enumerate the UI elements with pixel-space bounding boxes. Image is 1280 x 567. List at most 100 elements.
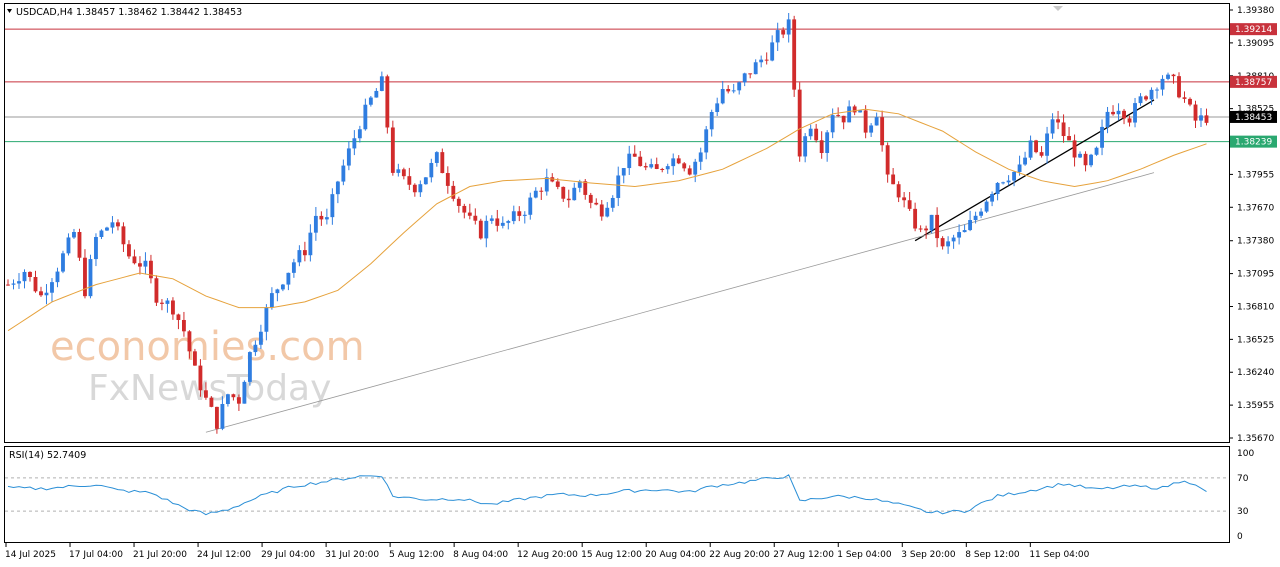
date-label: 20 Aug 04:00	[645, 550, 706, 560]
candle-body	[885, 145, 890, 175]
candle-body	[1133, 103, 1137, 123]
candle-body	[572, 187, 577, 201]
candle-body	[1039, 152, 1044, 156]
rsi-info: RSI(14) 52.7409	[9, 450, 86, 461]
candle	[61, 250, 65, 274]
candle	[385, 74, 390, 134]
candle-body	[720, 88, 725, 104]
watermark-economies: economies.com	[50, 324, 365, 370]
candle-body	[594, 202, 599, 205]
candle-body	[1083, 153, 1088, 166]
candle-body	[891, 174, 896, 185]
candle-body	[1105, 111, 1110, 127]
candle-body	[968, 220, 973, 231]
date-label: 15 Aug 12:00	[581, 550, 642, 560]
candle-body	[995, 182, 1000, 194]
candle-body	[528, 197, 533, 215]
price-tick-label: 1.36810	[1237, 302, 1274, 312]
candle-body	[687, 168, 692, 175]
date-label: 27 Aug 12:00	[773, 550, 834, 560]
candle-body	[808, 128, 813, 137]
candle-body	[583, 181, 588, 195]
candle-body	[275, 289, 280, 294]
rsi-tick-label: 30	[1237, 507, 1249, 517]
date-label: 29 Jul 04:00	[261, 550, 315, 560]
candle-body	[638, 156, 643, 167]
candle-body	[863, 110, 868, 133]
candle	[209, 396, 214, 408]
candle-body	[1006, 180, 1011, 183]
time-axis: 14 Jul 2025 17 Jul 04:00 21 Jul 20:00 24 Ju…	[5, 543, 1090, 560]
candle-body	[434, 152, 439, 163]
candle-body	[841, 115, 846, 123]
date-label: 22 Aug 20:00	[709, 550, 770, 560]
candle-body	[154, 278, 159, 303]
candle-body	[693, 161, 698, 175]
candle-body	[847, 106, 852, 123]
candle-body	[220, 404, 225, 429]
candle-body	[825, 132, 830, 153]
candle-body	[1193, 104, 1198, 121]
candle	[984, 200, 989, 213]
candle-body	[737, 82, 742, 91]
candle-body	[467, 212, 472, 216]
candle-body	[830, 115, 835, 133]
candle-body	[473, 215, 478, 221]
candle-body	[649, 164, 654, 168]
candle-body	[907, 200, 912, 209]
candle-body	[775, 30, 780, 43]
candle-body	[1155, 89, 1159, 91]
candle-body	[588, 194, 593, 203]
candle-body	[627, 153, 632, 169]
candle-body	[324, 217, 329, 220]
candle-body	[979, 211, 984, 216]
candle-body	[726, 88, 731, 92]
candle-body	[478, 220, 483, 239]
price-tick-label: 1.36240	[1237, 368, 1274, 378]
candle-body	[698, 152, 703, 162]
candle-body	[1160, 78, 1165, 90]
candle	[1177, 72, 1181, 99]
date-label: 24 Jul 12:00	[197, 550, 251, 560]
candle-body	[105, 227, 109, 231]
level-tag-resistance: 1.38757	[1230, 75, 1277, 88]
candle-body	[236, 397, 241, 404]
candle-body	[819, 140, 824, 153]
candle-body	[676, 158, 681, 164]
candle-body	[357, 129, 362, 139]
candle-body	[781, 30, 786, 35]
candle-body	[401, 169, 406, 177]
candle-body	[759, 59, 764, 63]
candle-body	[654, 164, 659, 169]
candle	[192, 348, 197, 366]
candle	[154, 275, 159, 306]
candle-body	[225, 394, 230, 405]
candle	[1089, 153, 1093, 168]
candle-body	[957, 232, 962, 238]
candle-body	[715, 103, 720, 113]
price-tick-label: 1.37955	[1237, 170, 1274, 180]
level-tag-label: 1.38453	[1235, 113, 1272, 123]
candle-body	[280, 284, 285, 290]
candle-body	[1182, 97, 1187, 99]
candle-body	[127, 244, 131, 257]
candle	[1034, 139, 1038, 154]
candle-body	[390, 127, 395, 173]
date-label: 11 Sep 04:00	[1029, 550, 1089, 560]
candle-body	[561, 186, 566, 199]
candle-body	[203, 390, 208, 398]
candle-body	[1166, 74, 1170, 79]
candle-body	[522, 214, 527, 216]
candle-body	[852, 106, 857, 113]
level-tag-current: 1.38453	[1230, 110, 1277, 123]
candle-body	[374, 90, 379, 98]
candle-body	[396, 169, 401, 173]
candle-body	[1023, 157, 1028, 165]
candle-body	[1111, 111, 1115, 115]
candle-body	[363, 104, 368, 130]
date-label: 14 Jul 2025	[5, 550, 56, 560]
candle-body	[302, 250, 307, 256]
date-label: 1 Sep 04:00	[837, 550, 892, 560]
candle-body	[984, 201, 989, 212]
candle-body	[484, 220, 489, 239]
